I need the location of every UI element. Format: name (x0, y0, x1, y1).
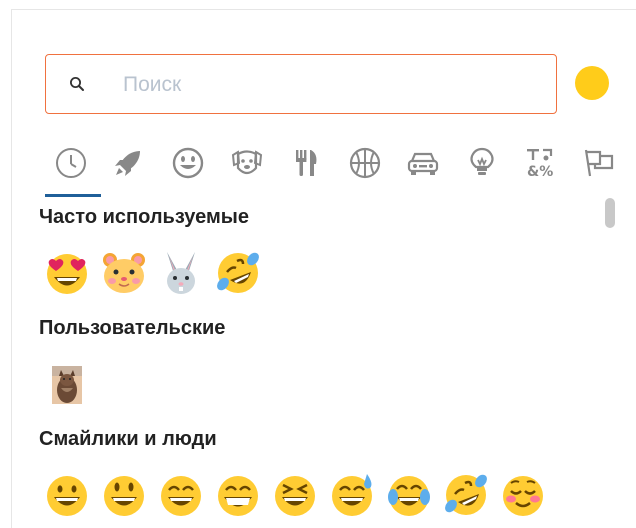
lightbulb-icon (470, 147, 494, 175)
rabbit-face-emoji[interactable] (158, 250, 204, 296)
smiley-emoji[interactable] (101, 472, 147, 518)
section-title-frequent: Часто используемые (39, 206, 249, 228)
rofl-emoji[interactable] (215, 250, 261, 296)
category-tabs: &% (40, 140, 620, 197)
basketball-icon (349, 147, 381, 179)
tab-symbols[interactable]: &% (510, 140, 572, 196)
section-title-smileys: Смайлики и люди (39, 428, 217, 450)
tab-flags[interactable] (568, 140, 630, 196)
bg-text (4, 40, 8, 58)
flags-icon (584, 149, 614, 177)
tab-food[interactable] (275, 140, 337, 196)
joy-emoji[interactable] (386, 472, 432, 518)
grinning-emoji[interactable] (44, 472, 90, 518)
hamster-face-emoji[interactable] (101, 250, 147, 296)
rocket-icon (115, 151, 140, 176)
dog-icon (231, 150, 263, 175)
section-title-custom: Пользовательские (39, 317, 226, 339)
clock-icon (56, 148, 86, 178)
search-icon (70, 77, 84, 91)
grin-emoji[interactable] (215, 472, 261, 518)
tab-recent[interactable] (40, 140, 102, 197)
heart-eyes-smile-emoji[interactable] (44, 250, 90, 296)
relaxed-emoji[interactable] (500, 472, 546, 518)
tab-people[interactable] (157, 140, 219, 196)
tab-activity[interactable] (334, 140, 396, 196)
fork-knife-icon (296, 150, 317, 176)
tab-nature[interactable] (216, 140, 278, 196)
tab-places[interactable] (392, 140, 454, 196)
sweat-smile-emoji[interactable] (329, 472, 375, 518)
scrollbar-thumb[interactable] (605, 198, 615, 228)
search-box[interactable] (45, 54, 557, 114)
emoji-picker: &% Часто используемые (11, 9, 636, 528)
car-icon (407, 152, 439, 175)
skin-tone-selector[interactable] (575, 66, 609, 100)
laughing-emoji[interactable] (272, 472, 318, 518)
search-input[interactable] (121, 67, 525, 103)
active-tab-indicator (45, 194, 101, 197)
tab-objects[interactable] (451, 140, 513, 196)
smiley-icon (172, 147, 204, 179)
custom-cat-photo-emoji[interactable] (52, 366, 82, 404)
smile-emoji[interactable] (158, 472, 204, 518)
svg-text:&%: &% (527, 164, 553, 180)
rofl-emoji[interactable] (443, 472, 489, 518)
tab-travel[interactable] (97, 140, 159, 196)
symbols-icon: &% (527, 148, 553, 180)
